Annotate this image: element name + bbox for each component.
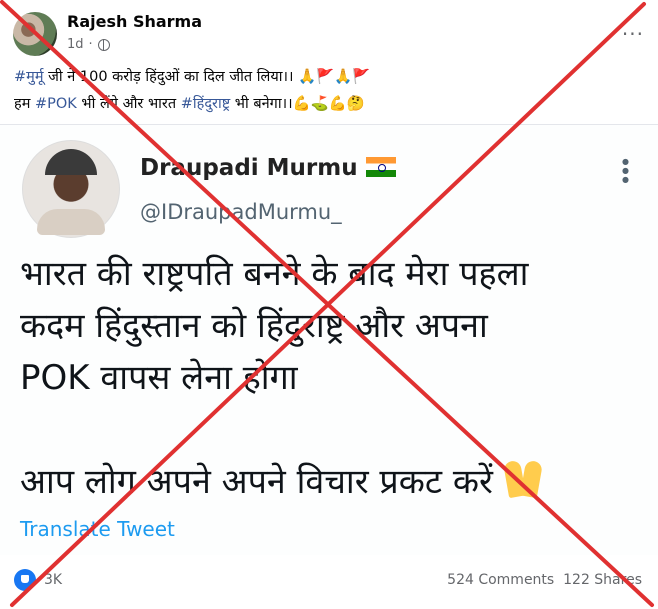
hashtag-murmu[interactable]: #मुर्मू bbox=[14, 69, 44, 85]
author-avatar[interactable] bbox=[13, 12, 57, 56]
globe-icon bbox=[97, 38, 110, 51]
tweet-line-1: भारत की राष्ट्रपति बनने के बाद मेरा पहला bbox=[20, 254, 529, 294]
shares-count[interactable]: 122 Shares bbox=[563, 572, 642, 588]
tweet-body: भारत की राष्ट्रपति बनने के बाद मेरा पहला… bbox=[20, 248, 640, 508]
folded-hands-icon bbox=[504, 459, 542, 499]
caption-line-1: #मुर्मू जी ने 100 करोड़ हिंदुओं का दिल ज… bbox=[14, 64, 634, 91]
post-footer: 3K 524 Comments 122 Shares bbox=[0, 560, 658, 600]
post-header: Rajesh Sharma 1d · ··· bbox=[0, 0, 658, 60]
tweet-line-4 bbox=[20, 404, 640, 456]
india-flag-icon bbox=[365, 157, 396, 177]
tweet-avatar bbox=[22, 140, 120, 238]
post-meta: 1d · bbox=[67, 37, 110, 52]
tweet-line-5: आप लोग अपने अपने विचार प्रकट करें bbox=[20, 456, 640, 508]
tweet-line-2: कदम हिंदुस्तान को हिंदुराष्ट्र और अपना bbox=[20, 306, 488, 346]
like-reaction-icon[interactable] bbox=[14, 569, 36, 591]
post-caption: #मुर्मू जी ने 100 करोड़ हिंदुओं का दिल ज… bbox=[14, 64, 634, 118]
tweet-line-3: POK वापस लेना होगा bbox=[20, 358, 298, 398]
comments-count[interactable]: 524 Comments bbox=[447, 572, 554, 588]
caption-text-1: जी ने 100 करोड़ हिंदुओं का दिल जीत लिया।… bbox=[43, 69, 371, 85]
tweet-line-5-text: आप लोग अपने अपने विचार प्रकट करें bbox=[20, 462, 493, 502]
hashtag-pok[interactable]: #POK bbox=[35, 96, 77, 112]
more-options-icon[interactable]: ··· bbox=[622, 22, 644, 46]
caption-text-2b: भी लेंगे और भारत bbox=[76, 96, 181, 112]
reaction-count[interactable]: 3K bbox=[44, 572, 62, 588]
engagement-counts: 524 Comments 122 Shares bbox=[447, 572, 642, 588]
tweet-name-text: Draupadi Murmu bbox=[140, 155, 358, 181]
post-time[interactable]: 1d bbox=[67, 37, 84, 52]
author-name[interactable]: Rajesh Sharma bbox=[67, 12, 202, 31]
tweet-handle: @IDraupadMurmu_ bbox=[140, 200, 342, 224]
tweet-display-name: Draupadi Murmu bbox=[140, 155, 396, 181]
tweet-screenshot[interactable]: Draupadi Murmu @IDraupadMurmu_ ● ● ● भारत … bbox=[0, 125, 658, 555]
caption-text-2a: हम bbox=[14, 96, 35, 112]
tweet-more-icon: ● ● ● bbox=[622, 157, 629, 184]
caption-text-2c: भी बनेगा।।💪⛳💪🤔 bbox=[230, 96, 365, 112]
hashtag-hindurashtra[interactable]: #हिंदुराष्ट्र bbox=[181, 96, 230, 112]
caption-line-2: हम #POK भी लेंगे और भारत #हिंदुराष्ट्र भ… bbox=[14, 91, 634, 118]
dot-separator: · bbox=[88, 37, 93, 52]
translate-tweet-link: Translate Tweet bbox=[20, 517, 175, 541]
